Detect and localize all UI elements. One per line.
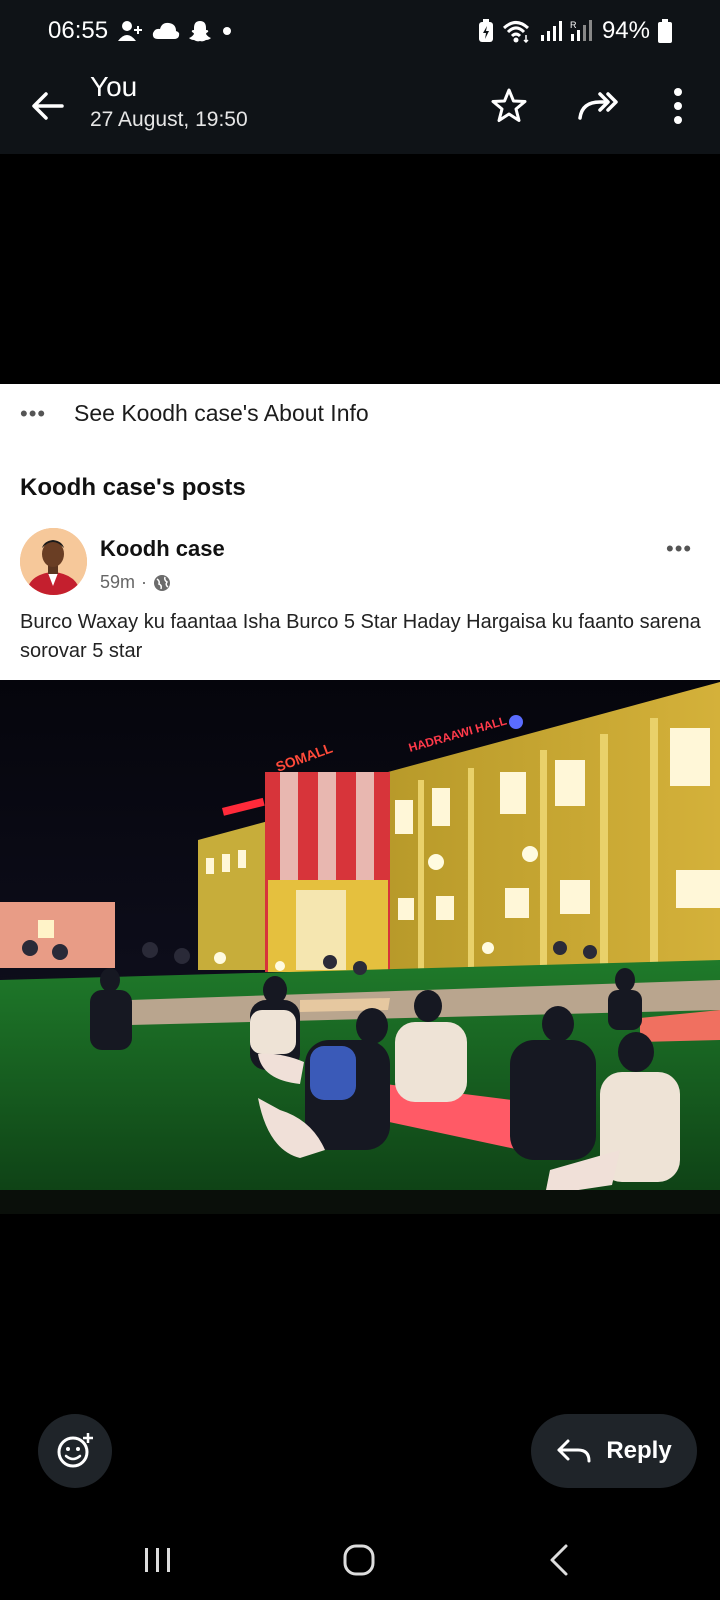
status-bar: 06:55 R 94%: [0, 0, 720, 62]
system-navigation-bar: [0, 1520, 720, 1600]
reply-label: Reply: [606, 1437, 672, 1464]
reply-button[interactable]: Reply: [531, 1414, 697, 1488]
post-card: ••• See Koodh case's About Info Koodh ca…: [0, 384, 720, 680]
post-author[interactable]: Koodh case: [100, 536, 225, 562]
add-reaction-icon: [57, 1433, 93, 1468]
post-text: Burco Waxay ku faantaa Isha Burco 5 Star…: [20, 611, 701, 662]
recent-apps-button[interactable]: [138, 1540, 178, 1580]
back-nav-button[interactable]: [540, 1540, 580, 1580]
star-button[interactable]: [487, 84, 531, 128]
battery-icon: [658, 19, 672, 43]
snapchat-icon: [189, 21, 212, 42]
post-more-button[interactable]: •••: [666, 536, 692, 562]
forward-icon: [578, 92, 618, 120]
signal-r-icon: R: [570, 20, 592, 41]
more-horizontal-icon: •••: [20, 400, 47, 426]
recent-apps-icon: [145, 1548, 170, 1572]
profile-photo: [20, 528, 87, 595]
more-vertical-icon: [674, 88, 682, 124]
home-button[interactable]: [339, 1540, 379, 1580]
about-info-label: See Koodh case's About Info: [74, 400, 369, 426]
meta-separator: ·: [141, 572, 148, 592]
page-subtitle: 27 August, 19:50: [90, 107, 248, 131]
status-time: 06:55: [48, 17, 109, 44]
battery-saver-icon: [478, 19, 493, 42]
post-photo: SOMALL HADRAAWI HALL: [0, 680, 720, 1214]
arrow-left-icon: [32, 92, 64, 120]
section-heading: Koodh case's posts: [20, 474, 246, 501]
signal-icon: [540, 21, 562, 41]
page-title: You: [90, 71, 138, 102]
globe-icon: [154, 574, 171, 591]
post-time: 59m: [100, 572, 136, 592]
reply-icon: [557, 1439, 591, 1463]
more-options-button[interactable]: [656, 84, 700, 128]
post-meta: 59m ·: [100, 572, 171, 593]
avatar[interactable]: [20, 528, 87, 595]
cloud-icon: [152, 22, 180, 39]
about-info-link[interactable]: ••• See Koodh case's About Info: [20, 400, 369, 427]
home-icon: [343, 1544, 375, 1576]
back-icon: [550, 1544, 568, 1576]
add-reaction-button[interactable]: [38, 1414, 112, 1488]
battery-percent: 94%: [601, 17, 650, 44]
top-app-bar: You 27 August, 19:50: [0, 62, 720, 154]
person-add-icon: [118, 21, 143, 41]
post-image[interactable]: SOMALL HADRAAWI HALL: [0, 680, 720, 1214]
star-icon: [491, 88, 527, 122]
svg-text:R: R: [570, 20, 577, 30]
wifi-icon: [502, 21, 529, 43]
dot-icon: [223, 27, 232, 35]
forward-button[interactable]: [576, 84, 620, 128]
back-button[interactable]: [26, 84, 70, 128]
